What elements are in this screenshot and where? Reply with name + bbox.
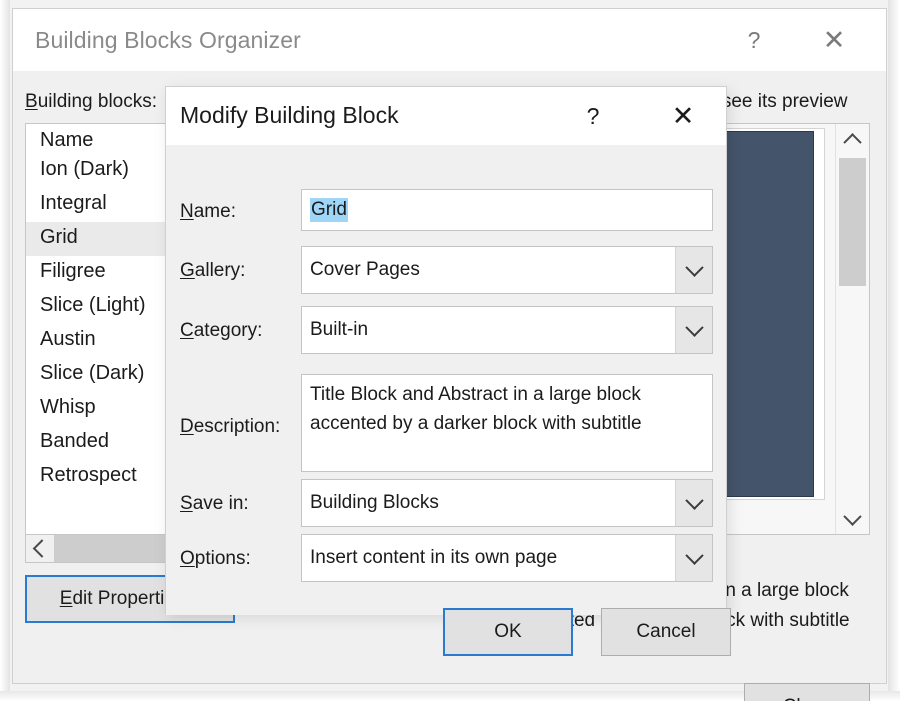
category-select-value: Built-in bbox=[310, 319, 369, 340]
gallery-select-value: Cover Pages bbox=[310, 259, 420, 280]
building-blocks-label-accel: B bbox=[25, 91, 38, 112]
chevron-down-icon[interactable] bbox=[675, 307, 712, 353]
scroll-left-icon[interactable] bbox=[26, 535, 54, 562]
category-label-accel: C bbox=[180, 320, 194, 341]
gallery-label: Gallery: bbox=[180, 260, 246, 281]
save-in-label-accel: S bbox=[180, 493, 193, 514]
close-icon[interactable]: ✕ bbox=[812, 21, 856, 59]
chevron-down-icon[interactable] bbox=[675, 535, 712, 581]
close-button[interactable]: Close bbox=[744, 683, 870, 701]
save-in-select-value: Building Blocks bbox=[310, 492, 439, 513]
modal-titlebar: Modify Building Block ? ✕ bbox=[166, 87, 726, 145]
preview-vertical-scrollbar[interactable] bbox=[835, 124, 869, 534]
modal-body: Name: Grid Gallery: Cover Pages Category… bbox=[166, 145, 731, 656]
options-select-value: Insert content in its own page bbox=[310, 547, 558, 568]
save-in-label: Save in: bbox=[180, 493, 249, 514]
page-edge-left bbox=[0, 0, 10, 701]
edit-properties-accel: E bbox=[59, 588, 73, 609]
chevron-down-icon[interactable] bbox=[675, 247, 712, 293]
gallery-select[interactable]: Cover Pages bbox=[301, 246, 713, 294]
modal-close-icon[interactable]: ✕ bbox=[662, 97, 704, 135]
chevron-down-icon[interactable] bbox=[675, 480, 712, 526]
save-in-select[interactable]: Building Blocks bbox=[301, 479, 713, 527]
modal-help-icon[interactable]: ? bbox=[572, 97, 614, 135]
ok-button[interactable]: OK bbox=[443, 608, 573, 656]
modify-building-block-dialog: Modify Building Block ? ✕ Name: Grid Gal… bbox=[165, 86, 731, 656]
description-textarea[interactable]: Title Block and Abstract in a large bloc… bbox=[301, 374, 713, 472]
organizer-titlebar: Building Blocks Organizer ? ✕ bbox=[13, 9, 886, 71]
name-label: Name: bbox=[180, 201, 236, 222]
name-input-value: Grid bbox=[310, 198, 348, 222]
page-title: Building Blocks Organizer bbox=[35, 27, 301, 53]
modal-title: Modify Building Block bbox=[180, 102, 399, 128]
options-select[interactable]: Insert content in its own page bbox=[301, 534, 713, 582]
name-input[interactable]: Grid bbox=[301, 189, 713, 231]
screenshot-root: Building Blocks Organizer ? ✕ Building b… bbox=[0, 0, 900, 701]
vscroll-thumb[interactable] bbox=[839, 158, 866, 286]
scroll-up-icon[interactable] bbox=[836, 124, 869, 154]
options-label: Options: bbox=[180, 548, 251, 569]
description-label-accel: D bbox=[180, 416, 194, 437]
description-label: Description: bbox=[180, 416, 281, 437]
gallery-label-accel: G bbox=[180, 260, 195, 281]
category-label: Category: bbox=[180, 320, 263, 341]
page-edge-right bbox=[888, 0, 900, 701]
scroll-down-icon[interactable] bbox=[836, 504, 869, 534]
building-blocks-label: Building blocks: bbox=[25, 91, 158, 112]
name-label-accel: N bbox=[180, 201, 194, 222]
cancel-button[interactable]: Cancel bbox=[601, 608, 731, 656]
category-select[interactable]: Built-in bbox=[301, 306, 713, 354]
options-label-accel: O bbox=[180, 548, 195, 569]
help-icon[interactable]: ? bbox=[732, 21, 776, 59]
